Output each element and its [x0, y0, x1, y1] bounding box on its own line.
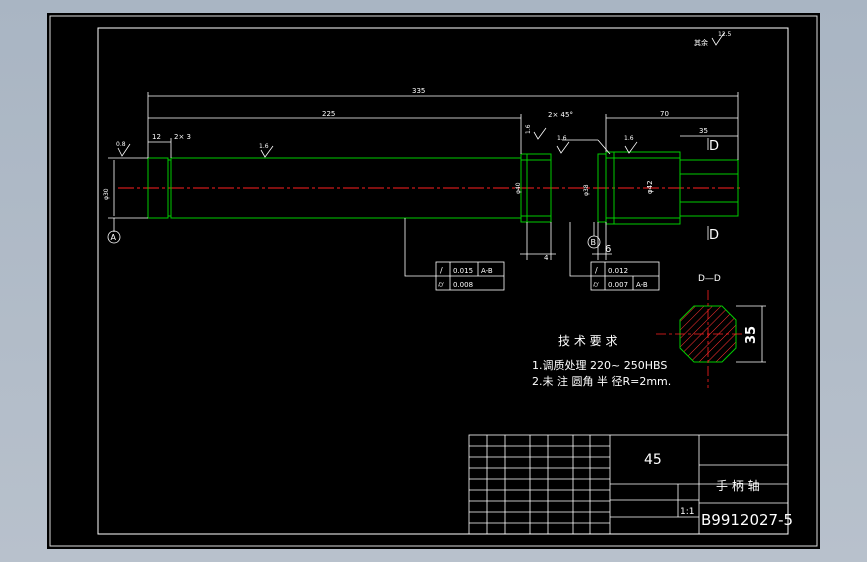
dim-flat: 35 [699, 127, 708, 135]
tol2-symbol-1: / [595, 266, 598, 275]
dim-groove: 2× 3 [174, 133, 191, 141]
roughness-note: 其余 [694, 38, 708, 47]
tech-req-line2: 2.未 注 圆角 半 径R=2mm. [532, 374, 671, 388]
material: 45 [644, 452, 662, 468]
tol1-symbol-2: ⌭ [438, 280, 444, 289]
tech-req-line1: 1.调质处理 220~ 250HBS [532, 359, 667, 372]
dim-gap-c: 6 [605, 244, 611, 255]
drawing-svg: 其余 12.5 335 225 70 35 12 2× 3 2× 45° 4 6… [49, 15, 818, 547]
roughness-2: 1.6 [259, 143, 269, 150]
tol2-value-2: 0.007 [608, 281, 628, 289]
tol1-datum-1: A-B [481, 267, 493, 275]
roughness-marks [117, 127, 638, 158]
dim-chamfer: 2× 45° [548, 111, 573, 119]
dim-dia-mid: φ40 [515, 182, 522, 194]
section-mark-top: D [709, 139, 719, 154]
section-mark-bottom: D [709, 228, 719, 243]
dim-dia-right: φ42 [646, 180, 654, 194]
dim-dia-step: φ38 [583, 184, 590, 196]
tol2-datum-2: A-B [636, 281, 648, 289]
dim-shoulder: 12 [152, 133, 161, 141]
roughness-4: 1.6 [624, 135, 634, 142]
tech-req-title: 技 术 要 求 [558, 334, 617, 348]
roughness-3: 1.6 [557, 135, 567, 142]
dimension-lines [108, 92, 739, 277]
roughness-1: 0.8 [116, 141, 126, 148]
section-width: 35 [744, 326, 759, 344]
datum-a: A [111, 233, 117, 242]
tol1-symbol-1: / [440, 266, 443, 275]
tol2-value-1: 0.012 [608, 267, 628, 275]
roughness-note-value: 12.5 [718, 31, 732, 38]
dim-overall: 335 [412, 87, 425, 95]
section-title: D—D [698, 274, 721, 284]
tol1-value-1: 0.015 [453, 267, 473, 275]
tol2-symbol-2: ⌭ [593, 280, 599, 289]
dim-dia-left: φ30 [103, 188, 110, 200]
dim-right: 70 [660, 110, 669, 118]
datum-b: B [591, 238, 597, 247]
scale: 1:1 [680, 507, 694, 517]
part-name: 手 柄 轴 [716, 478, 760, 493]
roughness-5: 1.6 [525, 124, 532, 134]
tol1-value-2: 0.008 [453, 281, 473, 289]
dim-gap-b: 4 [544, 254, 549, 262]
drawing-number: B9912027-5 [701, 511, 793, 529]
dimension-texts: 335 225 70 35 12 2× 3 2× 45° 4 6 φ30 φ40… [103, 87, 708, 262]
dim-main: 225 [322, 110, 335, 118]
